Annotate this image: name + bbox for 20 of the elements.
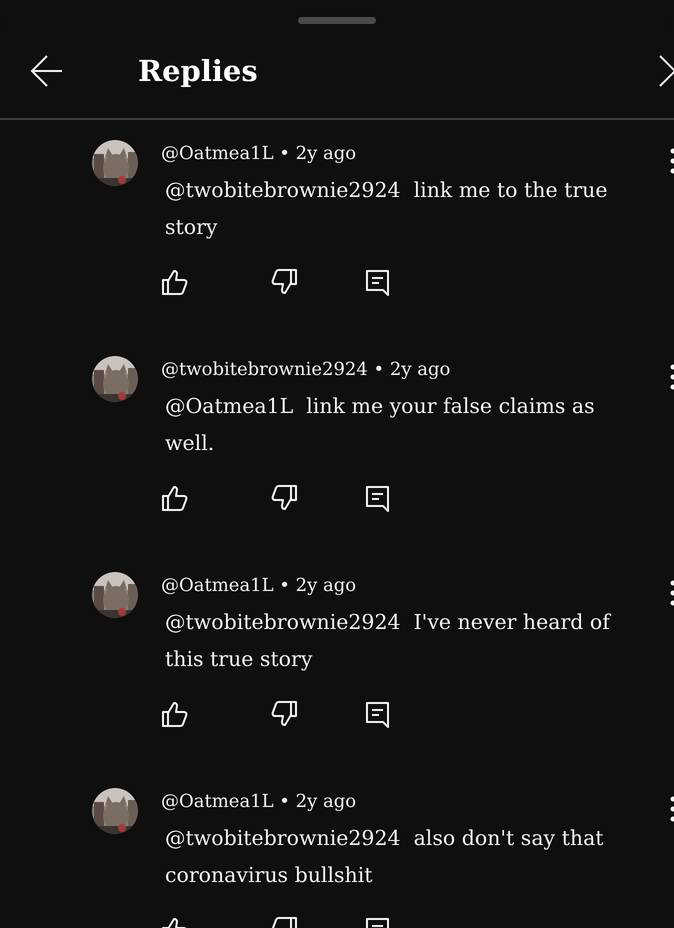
- comment-meta: @Oatmea1L • 2y ago: [161, 790, 358, 814]
- comment-text: @twobitebrownie2924 link me to the true story: [164, 177, 608, 241]
- drag-handle[interactable]: [298, 17, 376, 24]
- thumbs-down-icon[interactable]: [270, 484, 298, 512]
- reply-icon[interactable]: [364, 484, 392, 512]
- reply-icon[interactable]: [364, 700, 392, 728]
- thumbs-down-icon[interactable]: [270, 700, 298, 728]
- comment-text: @Oatmea1L link me your false claims as well.: [164, 393, 596, 457]
- thumbs-up-icon[interactable]: [161, 484, 189, 512]
- back-arrow-icon[interactable]: [30, 54, 64, 88]
- comment-text: @twobitebrownie2924 also don't say that coronavirus bullshit: [164, 825, 605, 889]
- comment-text: @twobitebrownie2924 I've never heard of this true story: [164, 609, 612, 673]
- reply-icon[interactable]: [364, 268, 392, 296]
- comment-meta: @twobitebrownie2924 • 2y ago: [161, 358, 452, 382]
- thumbs-down-icon[interactable]: [270, 268, 298, 296]
- page-title: Replies: [138, 54, 258, 88]
- comment-meta: @Oatmea1L • 2y ago: [161, 574, 358, 598]
- thumbs-up-icon[interactable]: [161, 700, 189, 728]
- thumbs-up-icon[interactable]: [161, 268, 189, 296]
- comment-meta: @Oatmea1L • 2y ago: [161, 142, 358, 166]
